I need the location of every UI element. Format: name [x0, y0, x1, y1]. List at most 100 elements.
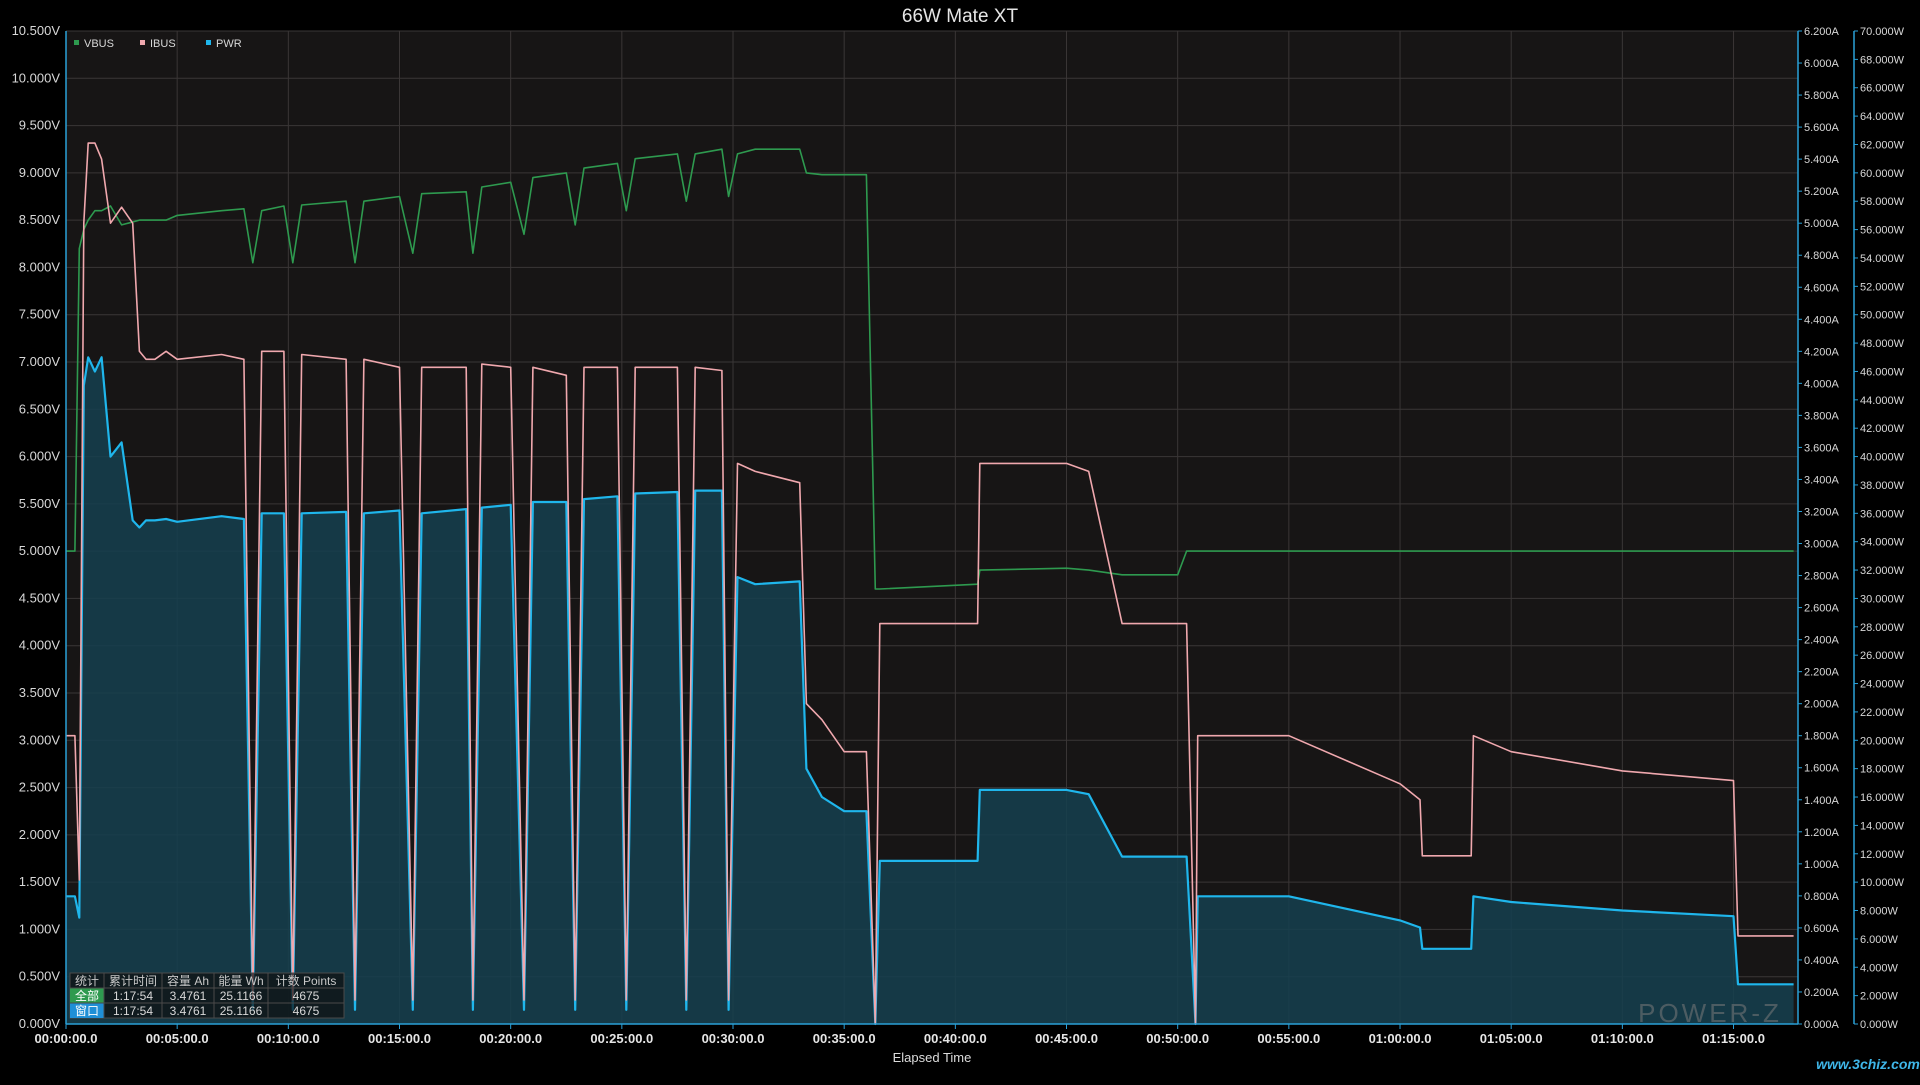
stats-cell: 3.4761 — [170, 989, 207, 1003]
voltage-tick-label: 10.500V — [12, 23, 61, 38]
power-tick-label: 26.000W — [1860, 650, 1905, 662]
current-tick-label: 6.000A — [1804, 58, 1840, 70]
stats-table: 统计 累计时间 容量 Ah 能量 Wh 计数 Points 全部 1:17:54 3.4761… — [69, 972, 345, 1019]
power-tick-label: 2.000W — [1860, 991, 1899, 1003]
power-tick-label: 54.000W — [1860, 253, 1905, 265]
power-tick-label: 12.000W — [1860, 849, 1905, 861]
voltage-tick-label: 5.000V — [19, 543, 61, 558]
power-tick-label: 24.000W — [1860, 679, 1905, 691]
current-tick-label: 6.200A — [1804, 26, 1840, 38]
voltage-tick-label: 7.500V — [19, 307, 61, 322]
voltage-tick-label: 8.500V — [19, 212, 61, 227]
current-tick-label: 4.200A — [1804, 346, 1840, 358]
current-tick-label: 1.600A — [1804, 763, 1840, 775]
chart-container: 0.000V 0.500V 1.000V 1.500V 2.000V 2.500V 3.00… — [0, 0, 1920, 1080]
pwr-legend-label: PWR — [216, 38, 242, 50]
power-tick-label: 70.000W — [1860, 26, 1905, 38]
current-tick-label: 1.000A — [1804, 859, 1840, 871]
power-tick-label: 16.000W — [1860, 792, 1905, 804]
x-tick-label: 00:35:00.0 — [813, 1031, 876, 1046]
ibus-legend-label: IBUS — [150, 38, 176, 50]
power-tick-label: 38.000W — [1860, 480, 1905, 492]
current-tick-label: 4.600A — [1804, 282, 1840, 294]
current-tick-label: 4.400A — [1804, 314, 1840, 326]
current-tick-label: 2.200A — [1804, 667, 1840, 679]
stats-cell: 1:17:54 — [113, 989, 153, 1003]
voltage-tick-label: 2.500V — [19, 780, 61, 795]
power-tick-label: 62.000W — [1860, 139, 1905, 151]
stats-header-cell: 能量 Wh — [218, 974, 263, 988]
current-tick-label: 2.000A — [1804, 699, 1840, 711]
pwr-legend-swatch — [206, 40, 211, 45]
current-tick-label: 3.200A — [1804, 506, 1840, 518]
x-tick-label: 01:15:00.0 — [1702, 1031, 1765, 1046]
voltage-tick-label: 1.500V — [19, 874, 61, 889]
chart-title: 66W Mate XT — [902, 6, 1019, 27]
power-tick-label: 18.000W — [1860, 764, 1905, 776]
current-tick-label: 5.000A — [1804, 218, 1840, 230]
power-tick-label: 40.000W — [1860, 452, 1905, 464]
voltage-tick-label: 9.500V — [19, 118, 61, 133]
site-watermark: www.3chiz.com — [1816, 1056, 1920, 1072]
current-tick-label: 2.400A — [1804, 635, 1840, 647]
power-tick-label: 46.000W — [1860, 366, 1905, 378]
current-tick-label: 3.400A — [1804, 474, 1840, 486]
stats-cell: 4675 — [293, 989, 320, 1003]
legend: VBUS IBUS PWR — [74, 38, 242, 50]
x-tick-label: 00:50:00.0 — [1146, 1031, 1209, 1046]
x-tick-label: 00:05:00.0 — [146, 1031, 209, 1046]
ibus-legend-swatch — [140, 40, 145, 45]
current-tick-label: 5.400A — [1804, 154, 1840, 166]
stats-header-cell: 计数 Points — [276, 973, 337, 988]
voltage-tick-label: 5.500V — [19, 496, 61, 511]
power-tick-label: 22.000W — [1860, 707, 1905, 719]
voltage-tick-label: 8.000V — [19, 259, 61, 274]
power-tick-label: 68.000W — [1860, 54, 1905, 66]
voltage-tick-label: 9.000V — [19, 165, 61, 180]
voltage-tick-label: 6.500V — [19, 401, 61, 416]
current-tick-label: 4.800A — [1804, 250, 1840, 262]
stats-cell: 1:17:54 — [113, 1004, 153, 1018]
power-tick-label: 60.000W — [1860, 168, 1905, 180]
power-tick-label: 6.000W — [1860, 934, 1899, 946]
voltage-tick-label: 0.000V — [19, 1016, 61, 1031]
power-tick-label: 32.000W — [1860, 565, 1905, 577]
x-tick-label: 00:55:00.0 — [1257, 1031, 1320, 1046]
voltage-tick-label: 0.500V — [19, 969, 61, 984]
x-tick-label: 00:00:00.0 — [35, 1031, 98, 1046]
stats-cell: 25.1166 — [220, 1004, 263, 1018]
stats-cell: 4675 — [293, 1004, 320, 1018]
power-tick-label: 42.000W — [1860, 423, 1905, 435]
current-tick-label: 5.600A — [1804, 122, 1840, 134]
power-tick-label: 64.000W — [1860, 111, 1905, 123]
voltage-tick-label: 2.000V — [19, 827, 61, 842]
power-tick-label: 0.000W — [1860, 1019, 1899, 1031]
voltage-tick-label: 4.000V — [19, 638, 61, 653]
x-tick-label: 00:15:00.0 — [368, 1031, 431, 1046]
power-tick-label: 58.000W — [1860, 196, 1905, 208]
x-tick-label: 00:25:00.0 — [590, 1031, 653, 1046]
power-tick-label: 4.000W — [1860, 962, 1899, 974]
current-tick-label: 0.800A — [1804, 891, 1840, 903]
power-tick-label: 20.000W — [1860, 735, 1905, 747]
stats-header-cell: 容量 Ah — [167, 973, 209, 988]
power-tick-label: 34.000W — [1860, 537, 1905, 549]
vbus-legend-swatch — [74, 40, 79, 45]
current-tick-label: 5.800A — [1804, 90, 1840, 102]
voltage-tick-label: 6.000V — [19, 449, 61, 464]
x-tick-label: 00:40:00.0 — [924, 1031, 987, 1046]
current-tick-label: 3.800A — [1804, 410, 1840, 422]
power-tick-label: 56.000W — [1860, 225, 1905, 237]
stats-cell: 3.4761 — [170, 1004, 207, 1018]
current-tick-label: 1.400A — [1804, 795, 1840, 807]
current-tick-label: 0.000A — [1804, 1019, 1840, 1031]
x-tick-label: 01:00:00.0 — [1369, 1031, 1432, 1046]
voltage-tick-label: 1.000V — [19, 921, 61, 936]
current-tick-label: 0.400A — [1804, 955, 1840, 967]
stats-header-cell: 累计时间 — [109, 974, 157, 988]
voltage-tick-label: 3.500V — [19, 685, 61, 700]
voltage-tick-label: 4.500V — [19, 590, 61, 605]
x-tick-label: 00:45:00.0 — [1035, 1031, 1098, 1046]
current-tick-label: 2.600A — [1804, 603, 1840, 615]
power-tick-label: 66.000W — [1860, 83, 1905, 95]
